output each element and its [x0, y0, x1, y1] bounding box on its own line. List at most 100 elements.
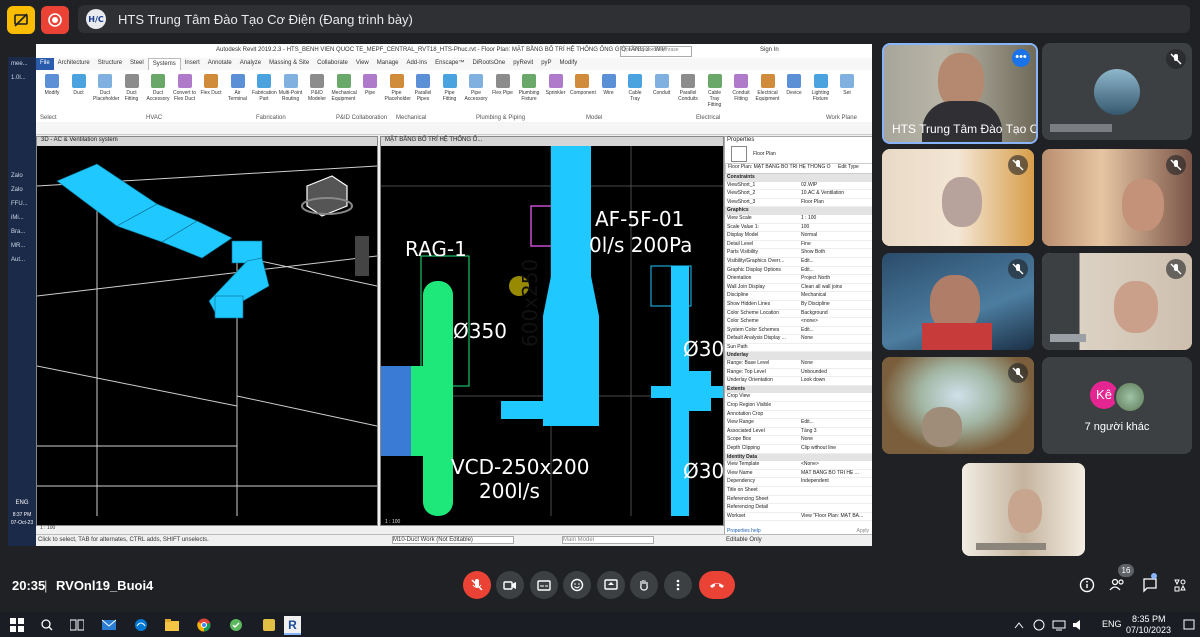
property-row[interactable]: Depth Clipping Clip without line: [725, 445, 872, 454]
ribbon-tab[interactable]: Modify: [556, 58, 582, 70]
property-row[interactable]: ViewShort_2 10.AC & Ventilation: [725, 190, 872, 199]
property-row[interactable]: Color Scheme <none>: [725, 318, 872, 327]
property-value[interactable]: [799, 393, 872, 401]
tray-app-icon[interactable]: [1030, 616, 1047, 633]
network-icon[interactable]: [1050, 616, 1067, 633]
property-row[interactable]: View Template <None>: [725, 461, 872, 470]
property-row[interactable]: View Name MẶT BẰNG BỐ TRÍ HỆ ...: [725, 470, 872, 479]
property-value[interactable]: None: [799, 335, 872, 343]
property-row[interactable]: Title on Sheet: [725, 487, 872, 496]
remote-taskbar-item[interactable]: Bra...: [11, 229, 33, 239]
property-row[interactable]: Underlay Orientation Look down: [725, 377, 872, 386]
reactions-button[interactable]: [563, 571, 591, 599]
property-row[interactable]: Show Hidden Lines By Discipline: [725, 301, 872, 310]
remote-taskbar-item[interactable]: [11, 103, 33, 113]
tray-up-icon[interactable]: [1010, 616, 1027, 633]
property-value[interactable]: [799, 496, 872, 504]
view-3d-tab[interactable]: 3D - AC & Ventilation system: [37, 137, 377, 146]
property-row[interactable]: Discipline Mechanical: [725, 292, 872, 301]
property-section[interactable]: Identity Data: [725, 453, 872, 462]
recording-icon[interactable]: [41, 6, 69, 34]
ribbon-tab[interactable]: pyP: [537, 58, 555, 70]
ribbon-button[interactable]: Pipe: [358, 74, 382, 96]
ribbon-tab[interactable]: Add-Ins: [402, 58, 431, 70]
ribbon-button[interactable]: Air Terminal: [226, 74, 250, 102]
property-value[interactable]: None: [799, 436, 872, 444]
ribbon-tab[interactable]: Systems: [147, 58, 181, 70]
tile-participant-5[interactable]: [1042, 253, 1192, 350]
ribbon-tab[interactable]: File: [36, 58, 54, 70]
ribbon-tab[interactable]: Structure: [94, 58, 126, 70]
ribbon-button[interactable]: Mechanical Equipment: [332, 74, 357, 102]
ribbon-button[interactable]: Pipe Fitting: [438, 74, 462, 102]
ribbon-tab[interactable]: Analyze: [236, 58, 265, 70]
property-value[interactable]: Floor Plan: [799, 199, 872, 207]
property-row[interactable]: Range: Top Level Unbounded: [725, 369, 872, 378]
ribbon-button[interactable]: Parallel Conduits: [676, 74, 700, 102]
ribbon-button[interactable]: Plumbing Fixture: [517, 74, 541, 102]
notification-icon[interactable]: [1180, 616, 1197, 633]
property-row[interactable]: ViewShort_1 02.WIP: [725, 182, 872, 191]
ribbon-tab[interactable]: Insert: [181, 58, 204, 70]
remote-taskbar-item[interactable]: Aut...: [11, 257, 33, 267]
ribbon-button[interactable]: Electrical Equipment: [756, 74, 780, 102]
property-value[interactable]: Project North: [799, 275, 872, 283]
design-option-dropdown[interactable]: Main Model: [562, 536, 654, 544]
ribbon-tab[interactable]: Annotate: [204, 58, 236, 70]
property-row[interactable]: View Scale 1 : 100: [725, 215, 872, 224]
app-icon-yellow[interactable]: [260, 616, 277, 633]
volume-icon[interactable]: [1070, 616, 1087, 633]
property-value[interactable]: Clean all wall joins: [799, 284, 872, 292]
ribbon-tab[interactable]: Collaborate: [313, 58, 352, 70]
property-value[interactable]: <none>: [799, 318, 872, 326]
search-icon[interactable]: [38, 616, 55, 633]
property-row[interactable]: Orientation Project North: [725, 275, 872, 284]
property-section[interactable]: Graphics: [725, 207, 872, 215]
tile-participant-1[interactable]: [1042, 43, 1192, 140]
remote-taskbar-item[interactable]: MR...: [11, 243, 33, 253]
ribbon-button[interactable]: Duct Fitting: [120, 74, 144, 102]
tile-participant-6[interactable]: [882, 357, 1034, 454]
property-value[interactable]: [799, 344, 872, 352]
ribbon-button[interactable]: Multi-Point Routing: [279, 74, 303, 102]
property-section[interactable]: Extents: [725, 385, 872, 394]
property-row[interactable]: Associated Level Tầng 3: [725, 428, 872, 437]
ribbon-tab[interactable]: Architecture: [54, 58, 94, 70]
property-row[interactable]: Graphic Display Options Edit...: [725, 267, 872, 276]
ribbon-tab[interactable]: Steel: [126, 58, 148, 70]
ribbon-button[interactable]: Parallel Pipes: [411, 74, 435, 102]
ribbon-button[interactable]: Modify: [40, 74, 64, 96]
ribbon-button[interactable]: Pipe Accessory: [464, 74, 488, 102]
property-row[interactable]: Color Scheme Location Background: [725, 310, 872, 319]
tile-presenter[interactable]: ••• HTS Trung Tâm Đào Tạo Cơ Đ...: [882, 43, 1038, 144]
ribbon-button[interactable]: Pipe Placeholder: [385, 74, 411, 102]
property-row[interactable]: Crop View: [725, 393, 872, 403]
remote-taskbar-item[interactable]: [11, 117, 33, 127]
revit-icon[interactable]: R: [284, 616, 301, 635]
remote-taskbar-item[interactable]: [11, 131, 33, 141]
property-row[interactable]: Display Model Normal: [725, 232, 872, 241]
more-options-button[interactable]: [664, 571, 692, 599]
property-value[interactable]: [799, 402, 872, 410]
property-value[interactable]: None: [799, 360, 872, 368]
ribbon-button[interactable]: Duct Placeholder: [93, 74, 119, 102]
property-value[interactable]: 1 : 100: [799, 215, 872, 223]
edge-icon[interactable]: [132, 616, 149, 633]
ribbon-button[interactable]: Flex Duct: [199, 74, 223, 96]
property-row[interactable]: Workset View "Floor Plan: MẶT BẰ...: [725, 513, 872, 522]
property-value[interactable]: Clip without line: [799, 445, 872, 453]
sign-in-link[interactable]: Sign In: [760, 47, 779, 53]
property-value[interactable]: Look down: [799, 377, 872, 385]
view-3d[interactable]: 3D - AC & Ventilation system: [36, 136, 378, 526]
present-button[interactable]: [597, 571, 625, 599]
tile-participant-2[interactable]: [882, 149, 1034, 246]
ribbon-button[interactable]: Duct Accessory: [146, 74, 170, 102]
remote-taskbar-item[interactable]: Zalo: [11, 187, 33, 197]
raise-hand-button[interactable]: [630, 571, 658, 599]
ribbon-tab[interactable]: View: [352, 58, 373, 70]
property-value[interactable]: <None>: [799, 461, 872, 469]
property-value[interactable]: Mechanical: [799, 292, 872, 300]
property-row[interactable]: Visibility/Graphics Overr... Edit...: [725, 258, 872, 267]
app-icon-green[interactable]: [227, 616, 244, 633]
mail-icon[interactable]: [100, 616, 117, 633]
